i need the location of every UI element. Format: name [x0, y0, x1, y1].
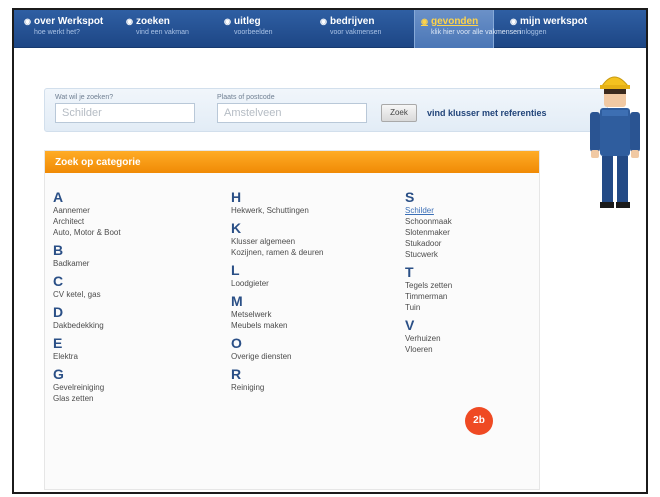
nav-item-sub: hoe werkt het? [34, 29, 80, 36]
category-link[interactable]: Timmerman [405, 291, 452, 302]
nav-item-sub: inloggen [520, 29, 547, 36]
category-link[interactable]: CV ketel, gas [53, 289, 121, 300]
nav-item-label: zoeken [135, 16, 170, 27]
category-letter: B [53, 242, 64, 258]
nav-item-sub: klik hier voor alle vakmensen [431, 29, 521, 36]
search-panel: Wat wil je zoeken? Plaats of postcode Zo… [44, 88, 608, 132]
nav-item-sub: vind een vakman [136, 29, 189, 36]
category-link[interactable]: Glas zetten [53, 393, 121, 404]
category-link[interactable]: Badkamer [53, 258, 121, 269]
nav-item-sub: voor vakmensen [330, 29, 382, 36]
category-link[interactable]: Verhuizen [405, 333, 452, 344]
page-frame: ◉ over Werkspot hoe werkt het? ◉ zoeken vi… [12, 8, 648, 494]
nav-bullet-icon: ◉ [126, 17, 133, 26]
category-letter: E [53, 335, 63, 351]
nav-bullet-icon: ◉ [320, 17, 327, 26]
nav-item-label: bedrijven [329, 16, 375, 27]
category-letter: L [231, 262, 240, 278]
category-letter: H [231, 189, 242, 205]
category-link[interactable]: Tegels zetten [405, 280, 452, 291]
category-link[interactable]: Gevelreiniging [53, 382, 121, 393]
find-klusser-link[interactable]: vind klusser met referenties [427, 108, 547, 118]
nav-item-label: uitleg [233, 16, 261, 27]
top-nav: ◉ over Werkspot hoe werkt het? ◉ zoeken vi… [14, 10, 646, 48]
nav-item-gevonden[interactable]: ◉ gevonden klik hier voor alle vakmensen [414, 10, 521, 48]
category-column-1: A Aannemer Architect Auto, Motor & Boot … [53, 185, 121, 404]
category-link[interactable]: Elektra [53, 351, 121, 362]
category-link[interactable]: Klusser algemeen [231, 236, 324, 247]
category-letter: G [53, 366, 64, 382]
category-letter: K [231, 220, 242, 236]
nav-item-over-werkspot[interactable]: ◉ over Werkspot hoe werkt het? [24, 10, 116, 48]
category-link[interactable]: Meubels maken [231, 320, 324, 331]
step-badge: 2b [465, 407, 493, 435]
category-link[interactable]: Kozijnen, ramen & deuren [231, 247, 324, 258]
category-panel-title: Zoek op categorie [45, 151, 539, 173]
category-link[interactable]: Reiniging [231, 382, 324, 393]
category-link-selected[interactable]: Schilder [405, 205, 452, 216]
what-search-input[interactable] [55, 103, 195, 123]
nav-item-zoeken[interactable]: ◉ zoeken vind een vakman [126, 10, 208, 48]
category-letter: T [405, 264, 414, 280]
category-letter: V [405, 317, 415, 333]
nav-item-sub: voorbeelden [234, 29, 273, 36]
nav-item-label: gevonden [430, 16, 479, 27]
category-link[interactable]: Dakbedekking [53, 320, 121, 331]
search-button[interactable]: Zoek [381, 104, 417, 122]
category-column-3: S Schilder Schoonmaak Slotenmaker Stukad… [405, 185, 452, 355]
category-link[interactable]: Loodgieter [231, 278, 324, 289]
nav-bullet-icon: ◉ [224, 17, 231, 26]
category-letter: A [53, 189, 64, 205]
category-link[interactable]: Vloeren [405, 344, 452, 355]
nav-bullet-icon: ◉ [421, 17, 428, 26]
category-link[interactable]: Stukadoor [405, 238, 452, 249]
what-label: Wat wil je zoeken? [55, 94, 114, 101]
where-search-input[interactable] [217, 103, 367, 123]
category-letter: O [231, 335, 242, 351]
category-link[interactable]: Overige diensten [231, 351, 324, 362]
nav-item-uitleg[interactable]: ◉ uitleg voorbeelden [224, 10, 304, 48]
category-link[interactable]: Aannemer [53, 205, 121, 216]
category-letter: S [405, 189, 415, 205]
category-column-2: H Hekwerk, Schuttingen K Klusser algemee… [231, 185, 324, 393]
category-link[interactable]: Slotenmaker [405, 227, 452, 238]
category-letter: R [231, 366, 242, 382]
category-link[interactable]: Architect [53, 216, 121, 227]
category-link[interactable]: Hekwerk, Schuttingen [231, 205, 324, 216]
category-letter: M [231, 293, 243, 309]
category-panel: Zoek op categorie A Aannemer Architect A… [44, 150, 540, 490]
category-link[interactable]: Schoonmaak [405, 216, 452, 227]
category-link[interactable]: Stucwerk [405, 249, 452, 260]
nav-item-mijn-werkspot[interactable]: ◉ mijn werkspot inloggen [510, 10, 620, 48]
category-link[interactable]: Tuin [405, 302, 452, 313]
worker-illustration [590, 76, 640, 208]
nav-item-label: over Werkspot [33, 16, 104, 27]
nav-item-label: mijn werkspot [519, 16, 588, 27]
where-label: Plaats of postcode [217, 94, 275, 101]
category-letter: D [53, 304, 64, 320]
category-link[interactable]: Auto, Motor & Boot [53, 227, 121, 238]
nav-bullet-icon: ◉ [24, 17, 31, 26]
category-letter: C [53, 273, 64, 289]
nav-bullet-icon: ◉ [510, 17, 517, 26]
category-link[interactable]: Metselwerk [231, 309, 324, 320]
nav-item-bedrijven[interactable]: ◉ bedrijven voor vakmensen [320, 10, 402, 48]
